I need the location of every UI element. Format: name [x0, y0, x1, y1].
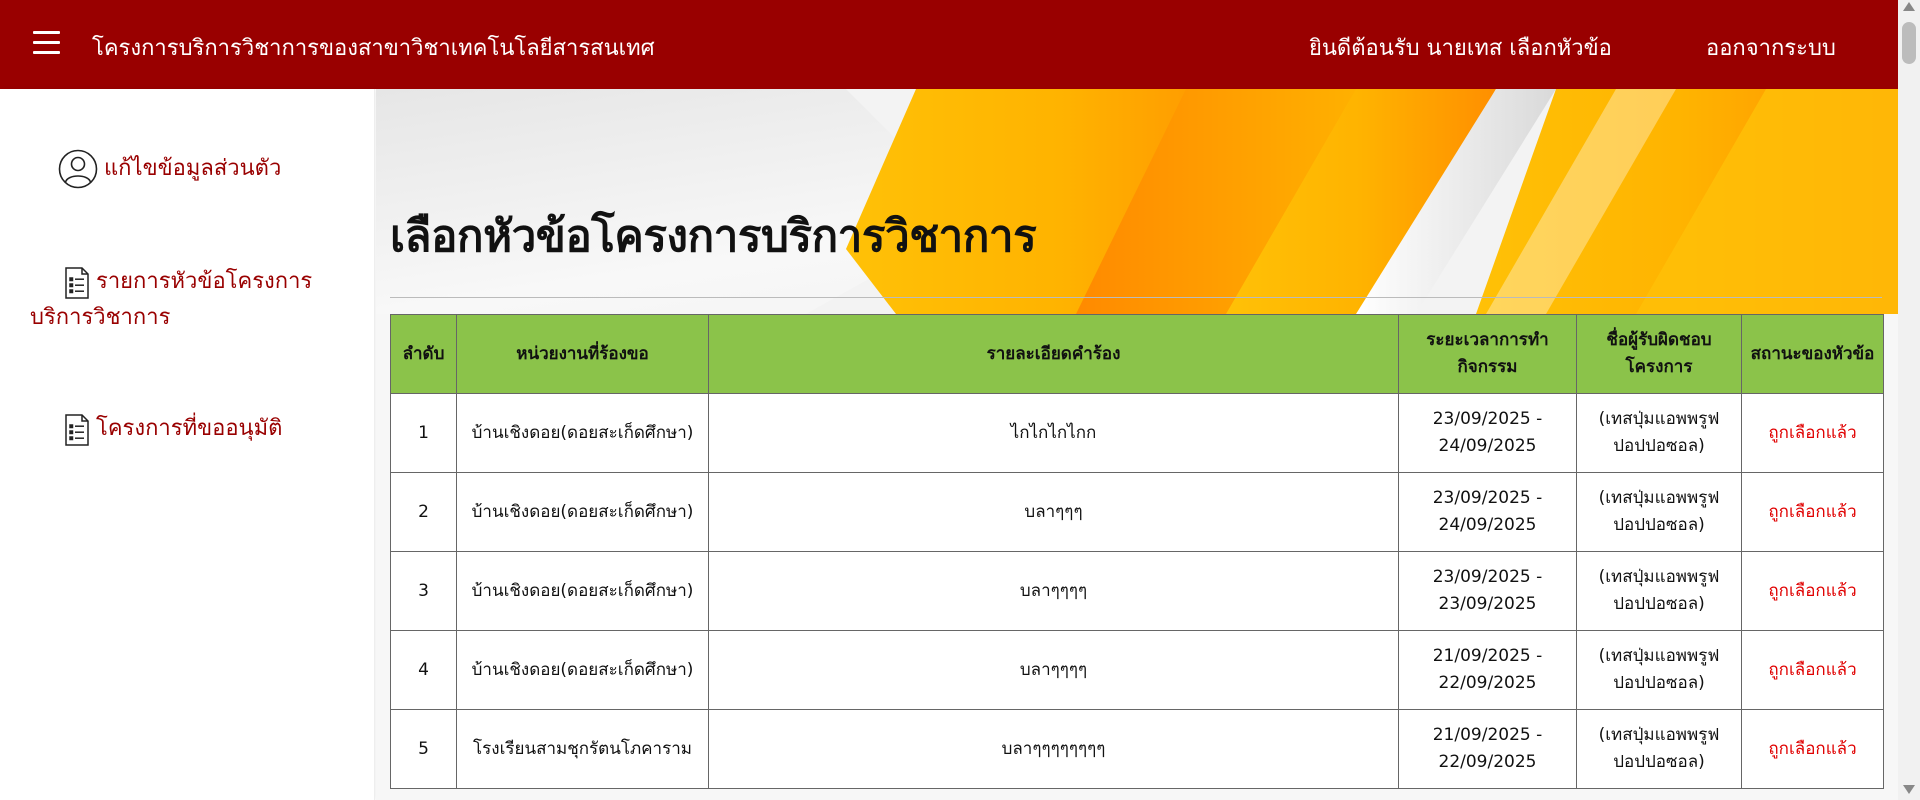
topics-table: ลำดับ หน่วยงานที่ร้องขอ รายละเอียดคำร้อง… — [390, 314, 1884, 789]
cell-detail: ไกไกไกไกก — [708, 393, 1399, 473]
column-header-status: สถานะของหัวข้อ — [1741, 314, 1884, 394]
cell-owner: (เทสปุ่มแอพพรูฟ ปอปปอซอล) — [1576, 472, 1742, 552]
document-list-icon — [64, 265, 90, 300]
main-content: เลือกหัวข้อโครงการบริการวิชาการ ลำดับ หน… — [376, 89, 1898, 800]
cell-owner: (เทสปุ่มแอพพรูฟ ปอปปอซอล) — [1576, 393, 1742, 473]
cell-owner: (เทสปุ่มแอพพรูฟ ปอปปอซอล) — [1576, 709, 1742, 789]
sidebar: แก้ไขข้อมูลส่วนตัว รายการหัวข้อโครงการบร… — [0, 89, 375, 800]
cell-detail: บลาๆๆๆๆ — [708, 630, 1399, 710]
hamburger-menu-icon[interactable] — [33, 31, 60, 55]
vertical-scrollbar[interactable] — [1898, 0, 1920, 800]
sidebar-item-requested-projects[interactable]: โครงการที่ขออนุมัติ — [64, 411, 364, 447]
title-divider — [390, 297, 1882, 298]
welcome-text: ยินดีต้อนรับ นายเทส เลือกหัวข้อ — [1309, 36, 1612, 61]
cell-no: 2 — [390, 472, 457, 552]
cell-period: 21/09/2025 - 22/09/2025 — [1398, 630, 1577, 710]
cell-agency: บ้านเชิงดอย(ดอยสะเก็ดศึกษา) — [456, 551, 709, 631]
cell-no: 5 — [390, 709, 457, 789]
sidebar-item-label: โครงการที่ขออนุมัติ — [96, 416, 283, 441]
column-header-owner: ชื่อผู้รับผิดชอบโครงการ — [1576, 314, 1742, 394]
sidebar-item-topic-list[interactable]: รายการหัวข้อโครงการบริการวิชาการ — [30, 264, 350, 335]
table-row: 5 โรงเรียนสามชุกรัตนโภคาราม บลาๆๆๆๆๆๆๆๆ … — [390, 709, 1884, 789]
cell-detail: บลาๆๆๆๆ — [708, 551, 1399, 631]
cell-no: 3 — [390, 551, 457, 631]
logout-link[interactable]: ออกจากระบบ — [1706, 30, 1836, 65]
cell-period: 23/09/2025 - 24/09/2025 — [1398, 393, 1577, 473]
cell-agency: บ้านเชิงดอย(ดอยสะเก็ดศึกษา) — [456, 472, 709, 552]
cell-status[interactable]: ถูกเลือกแล้ว — [1741, 393, 1884, 473]
user-circle-icon — [58, 149, 98, 189]
cell-period: 23/09/2025 - 24/09/2025 — [1398, 472, 1577, 552]
sidebar-item-edit-profile[interactable]: แก้ไขข้อมูลส่วนตัว — [58, 149, 358, 189]
top-navbar: โครงการบริการวิชาการของสาขาวิชาเทคโนโลยี… — [0, 0, 1898, 89]
column-header-period: ระยะเวลาการทำกิจกรรม — [1398, 314, 1577, 394]
cell-no: 1 — [390, 393, 457, 473]
cell-period: 21/09/2025 - 22/09/2025 — [1398, 709, 1577, 789]
table-row: 2 บ้านเชิงดอย(ดอยสะเก็ดศึกษา) บลาๆๆๆ 23/… — [390, 472, 1884, 552]
cell-period: 23/09/2025 - 23/09/2025 — [1398, 551, 1577, 631]
page-title: เลือกหัวข้อโครงการบริการวิชาการ — [390, 211, 1037, 262]
table-header-row: ลำดับ หน่วยงานที่ร้องขอ รายละเอียดคำร้อง… — [390, 314, 1884, 394]
cell-no: 4 — [390, 630, 457, 710]
cell-detail: บลาๆๆๆ — [708, 472, 1399, 552]
column-header-agency: หน่วยงานที่ร้องขอ — [456, 314, 709, 394]
table-row: 1 บ้านเชิงดอย(ดอยสะเก็ดศึกษา) ไกไกไกไกก … — [390, 393, 1884, 473]
table-row: 3 บ้านเชิงดอย(ดอยสะเก็ดศึกษา) บลาๆๆๆๆ 23… — [390, 551, 1884, 631]
cell-status[interactable]: ถูกเลือกแล้ว — [1741, 709, 1884, 789]
cell-detail: บลาๆๆๆๆๆๆๆๆ — [708, 709, 1399, 789]
scroll-down-arrow-icon[interactable] — [1903, 785, 1915, 794]
cell-status[interactable]: ถูกเลือกแล้ว — [1741, 551, 1884, 631]
cell-agency: บ้านเชิงดอย(ดอยสะเก็ดศึกษา) — [456, 393, 709, 473]
document-list-icon — [64, 412, 90, 447]
table-row: 4 บ้านเชิงดอย(ดอยสะเก็ดศึกษา) บลาๆๆๆๆ 21… — [390, 630, 1884, 710]
site-title[interactable]: โครงการบริการวิชาการของสาขาวิชาเทคโนโลยี… — [92, 30, 655, 65]
cell-status[interactable]: ถูกเลือกแล้ว — [1741, 630, 1884, 710]
cell-agency: บ้านเชิงดอย(ดอยสะเก็ดศึกษา) — [456, 630, 709, 710]
cell-status[interactable]: ถูกเลือกแล้ว — [1741, 472, 1884, 552]
column-header-no: ลำดับ — [390, 314, 457, 394]
cell-owner: (เทสปุ่มแอพพรูฟ ปอปปอซอล) — [1576, 551, 1742, 631]
scroll-up-arrow-icon[interactable] — [1903, 2, 1915, 11]
cell-owner: (เทสปุ่มแอพพรูฟ ปอปปอซอล) — [1576, 630, 1742, 710]
scroll-thumb[interactable] — [1902, 22, 1916, 64]
column-header-detail: รายละเอียดคำร้อง — [708, 314, 1399, 394]
cell-agency: โรงเรียนสามชุกรัตนโภคาราม — [456, 709, 709, 789]
sidebar-item-label: แก้ไขข้อมูลส่วนตัว — [104, 156, 282, 181]
